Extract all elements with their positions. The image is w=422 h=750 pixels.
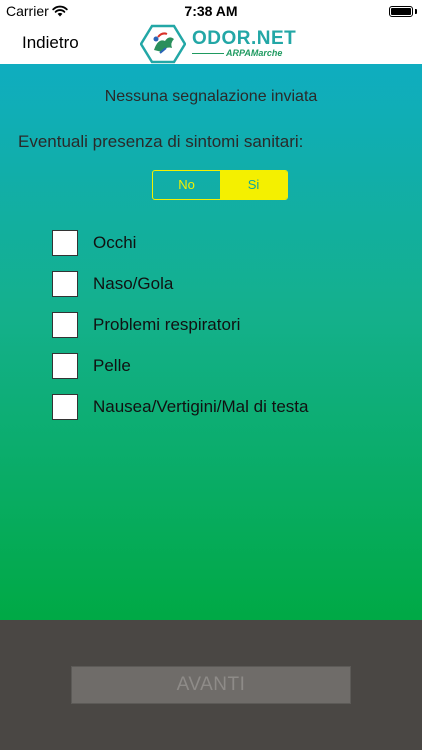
- toggle-option-si[interactable]: Si: [220, 171, 287, 199]
- logo-divider: [192, 53, 224, 54]
- symptom-item-occhi[interactable]: Occhi: [52, 230, 372, 258]
- symptom-label: Problemi respiratori: [93, 315, 241, 334]
- next-button[interactable]: AVANTI: [71, 666, 351, 704]
- footer-bar: AVANTI: [0, 620, 422, 750]
- checkbox[interactable]: [52, 394, 78, 420]
- symptom-item-nausea[interactable]: Nausea/Vertigini/Mal di testa: [52, 394, 372, 422]
- symptom-label: Occhi: [93, 233, 137, 252]
- battery-level-fill: [391, 8, 411, 15]
- checkbox[interactable]: [52, 230, 78, 256]
- symptom-label: Pelle: [93, 356, 131, 375]
- symptom-item-pelle[interactable]: Pelle: [52, 353, 372, 381]
- checkbox[interactable]: [52, 353, 78, 379]
- symptom-label: Nausea/Vertigini/Mal di testa: [93, 397, 309, 416]
- symptom-label: Naso/Gola: [93, 274, 174, 293]
- battery-tip: [415, 9, 417, 14]
- battery-icon: [389, 6, 413, 17]
- symptom-item-problemi-respiratori[interactable]: Problemi respiratori: [52, 312, 372, 340]
- toggle-option-no[interactable]: No: [153, 171, 220, 199]
- logo-subtitle: ARPAMarche: [226, 48, 283, 58]
- odor-net-logo-icon: [140, 24, 186, 64]
- symptoms-question: Eventuali presenza di sintomi sanitari:: [18, 132, 304, 151]
- status-bar: Carrier 7:38 AM: [0, 0, 422, 24]
- status-time: 7:38 AM: [184, 3, 238, 19]
- checkbox[interactable]: [52, 271, 78, 297]
- logo-text: ODOR.NET: [192, 28, 297, 49]
- checkbox[interactable]: [52, 312, 78, 338]
- odor-net-logo: ODOR.NET ARPAMarche: [140, 24, 302, 64]
- back-button[interactable]: Indietro: [22, 33, 79, 53]
- symptoms-toggle: No Si: [152, 170, 288, 200]
- report-status-text: Nessuna segnalazione inviata: [104, 88, 318, 105]
- symptoms-panel: Nessuna segnalazione inviata Eventuali p…: [0, 64, 422, 620]
- symptom-item-naso-gola[interactable]: Naso/Gola: [52, 271, 372, 299]
- nav-bar: Indietro ODOR.NET ARPAMarche: [0, 24, 422, 64]
